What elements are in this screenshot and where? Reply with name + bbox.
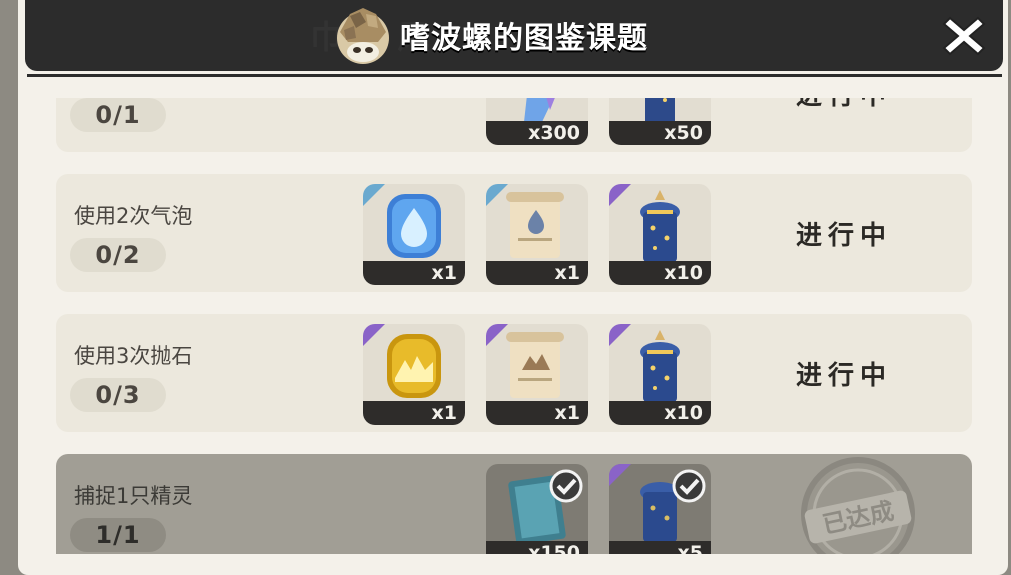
- reward-slot[interactable]: x10: [609, 324, 711, 425]
- reward-slot: x5: [609, 464, 711, 554]
- task-row: 使用2次气泡 0/2 x1 x1 x10 进行中: [56, 174, 972, 292]
- completed-stamp: 已达成: [801, 457, 915, 554]
- task-progress: 0/3: [70, 378, 166, 412]
- check-icon: [672, 469, 706, 503]
- reward-slot[interactable]: x1: [486, 324, 588, 425]
- reward-quantity: x300: [486, 121, 588, 145]
- reward-quantity: x1: [486, 401, 588, 425]
- rock-badge-icon: [387, 334, 441, 398]
- reward-quantity: x50: [609, 121, 711, 145]
- crystal-icon: [524, 98, 555, 122]
- task-label: 使用3次抛石: [74, 344, 193, 368]
- task-row-completed: 捕捉1只精灵 1/1 x150 x5 已达成: [56, 454, 972, 554]
- task-status-button[interactable]: 进行中: [716, 98, 972, 152]
- reward-quantity: x10: [609, 261, 711, 285]
- reward-quantity: x1: [363, 401, 465, 425]
- task-row: 使用3次抛石 0/3 x1 x1 x10 进行中: [56, 314, 972, 432]
- scroll-icon: [506, 192, 564, 258]
- task-label: 捕捉1只精灵: [74, 484, 193, 508]
- charm-pendant-icon: [640, 190, 680, 262]
- task-progress: 0/2: [70, 238, 166, 272]
- task-row: 0/1 x300 x50 进行中: [56, 98, 972, 152]
- reward-quantity: x10: [609, 401, 711, 425]
- reward-slot[interactable]: x50: [609, 98, 711, 145]
- header-title-group: 嗜波螺的图鉴课题: [330, 0, 648, 70]
- reward-slot[interactable]: x1: [363, 184, 465, 285]
- task-list[interactable]: 0/1 x300 x50 进行中 使用2次气泡 0/2: [18, 98, 1008, 554]
- page-title: 嗜波螺的图鉴课题: [400, 21, 648, 56]
- task-progress: 1/1: [70, 518, 166, 552]
- reward-quantity: x150: [486, 541, 588, 554]
- task-status-text: 进行中: [795, 360, 892, 391]
- close-icon: [942, 16, 986, 56]
- header-divider: [27, 74, 1002, 77]
- task-status-button[interactable]: 进行中: [716, 314, 972, 432]
- task-status-text: 进行中: [795, 220, 892, 251]
- reward-quantity: x1: [363, 261, 465, 285]
- reward-quantity: x5: [609, 541, 711, 554]
- charm-pendant-icon: [645, 98, 675, 122]
- creature-avatar-icon: [337, 8, 389, 64]
- reward-quantity: x1: [486, 261, 588, 285]
- reward-slot[interactable]: x10: [609, 184, 711, 285]
- reward-slot[interactable]: x1: [363, 324, 465, 425]
- charm-pendant-icon: [640, 330, 680, 402]
- scroll-icon: [506, 332, 564, 398]
- task-label: 使用2次气泡: [74, 204, 193, 228]
- water-drop-badge-icon: [387, 194, 441, 258]
- task-status-text: 进行中: [796, 98, 892, 112]
- reward-slot: x150: [486, 464, 588, 554]
- reward-slot[interactable]: x1: [486, 184, 588, 285]
- check-icon: [549, 469, 583, 503]
- reward-slot[interactable]: x300: [486, 98, 588, 145]
- close-button[interactable]: [936, 8, 992, 64]
- task-status-button[interactable]: 进行中: [716, 174, 972, 292]
- task-progress: 0/1: [70, 98, 166, 132]
